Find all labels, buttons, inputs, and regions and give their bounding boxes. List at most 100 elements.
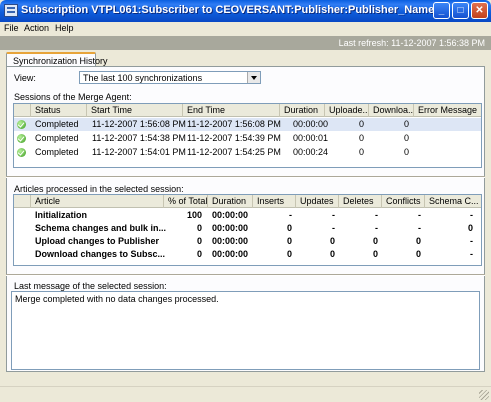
- article-pct: 0: [196, 223, 202, 233]
- article-inserts: 0: [286, 236, 292, 246]
- article-name: Upload changes to Publisher: [35, 236, 160, 246]
- article-row[interactable]: Download changes to Subsc... 0 00:00:00 …: [14, 248, 481, 261]
- minimize-button[interactable]: _: [433, 2, 450, 19]
- article-updates: 0: [329, 249, 335, 259]
- view-select[interactable]: The last 100 synchronizations: [79, 71, 261, 84]
- last-message-text: Merge completed with no data changes pro…: [15, 294, 219, 304]
- article-row[interactable]: Initialization 100 00:00:00 - - - - -: [14, 209, 481, 222]
- session-start: 11-12-2007 1:54:38 PM: [92, 133, 186, 143]
- status-bar: [0, 386, 491, 402]
- check-icon: [17, 148, 26, 157]
- app-icon: [4, 4, 18, 17]
- session-row[interactable]: Completed 11-12-2007 1:54:01 PM 11-12-20…: [14, 146, 481, 159]
- session-status: Completed: [35, 147, 79, 157]
- resize-grip-icon[interactable]: [479, 390, 489, 400]
- header-status[interactable]: Status: [31, 104, 87, 117]
- header-icon-col: [14, 195, 31, 208]
- refresh-bar: Last refresh: 11-12-2007 1:56:38 PM: [0, 36, 491, 50]
- session-status: Completed: [35, 119, 79, 129]
- article-inserts: -: [289, 210, 292, 220]
- header-article[interactable]: Article: [31, 195, 164, 208]
- header-inserts[interactable]: Inserts: [253, 195, 296, 208]
- session-duration: 00:00:01: [293, 133, 329, 143]
- article-conflicts: -: [418, 223, 421, 233]
- article-schema: -: [470, 236, 473, 246]
- sessions-label: Sessions of the Merge Agent:: [14, 92, 132, 102]
- session-end: 11-12-2007 1:56:08 PM: [187, 119, 281, 129]
- session-duration: 00:00:00: [293, 119, 329, 129]
- session-row[interactable]: Completed 11-12-2007 1:56:08 PM 11-12-20…: [14, 118, 481, 131]
- divider[interactable]: [6, 274, 485, 276]
- session-end: 11-12-2007 1:54:39 PM: [187, 133, 281, 143]
- sessions-header: Status Start Time End Time Duration Uplo…: [14, 104, 481, 117]
- article-row[interactable]: Schema changes and bulk in... 0 00:00:00…: [14, 222, 481, 235]
- menu-bar: File Action Help: [0, 22, 491, 35]
- articles-header: Article % of Total Duration Inserts Upda…: [14, 195, 481, 208]
- session-start: 11-12-2007 1:54:01 PM: [92, 147, 186, 157]
- header-duration[interactable]: Duration: [208, 195, 253, 208]
- article-pct: 0: [196, 249, 202, 259]
- article-row[interactable]: Upload changes to Publisher 0 00:00:00 0…: [14, 235, 481, 248]
- header-pct-total[interactable]: % of Total: [164, 195, 208, 208]
- divider[interactable]: [6, 176, 485, 178]
- last-message-box[interactable]: Merge completed with no data changes pro…: [11, 291, 480, 370]
- article-name: Schema changes and bulk in...: [35, 223, 167, 233]
- article-conflicts: 0: [415, 236, 421, 246]
- menu-help[interactable]: Help: [55, 23, 74, 33]
- article-conflicts: -: [418, 210, 421, 220]
- header-error-message[interactable]: Error Message: [414, 104, 481, 117]
- article-duration: 00:00:00: [212, 249, 249, 259]
- header-schema-changes[interactable]: Schema C...: [425, 195, 481, 208]
- article-updates: -: [332, 210, 335, 220]
- article-deletes: -: [375, 210, 378, 220]
- header-start-time[interactable]: Start Time: [87, 104, 183, 117]
- view-selected-value: The last 100 synchronizations: [83, 73, 203, 83]
- article-name: Download changes to Subsc...: [35, 249, 166, 259]
- header-conflicts[interactable]: Conflicts: [382, 195, 425, 208]
- article-inserts: 0: [286, 249, 292, 259]
- menu-action[interactable]: Action: [24, 23, 49, 33]
- articles-label: Articles processed in the selected sessi…: [14, 184, 184, 194]
- article-deletes: 0: [372, 236, 378, 246]
- header-deletes[interactable]: Deletes: [339, 195, 382, 208]
- header-end-time[interactable]: End Time: [183, 104, 280, 117]
- check-icon: [17, 134, 26, 143]
- header-duration[interactable]: Duration: [280, 104, 325, 117]
- session-downloaded: 0: [404, 133, 410, 143]
- article-name: Initialization: [35, 210, 88, 220]
- session-uploaded: 0: [359, 119, 365, 129]
- menu-file[interactable]: File: [4, 23, 19, 33]
- session-status: Completed: [35, 133, 79, 143]
- header-uploaded[interactable]: Uploade...: [325, 104, 369, 117]
- header-updates[interactable]: Updates: [296, 195, 339, 208]
- article-deletes: -: [375, 223, 378, 233]
- article-updates: -: [332, 223, 335, 233]
- article-duration: 00:00:00: [212, 223, 249, 233]
- article-deletes: 0: [372, 249, 378, 259]
- close-button[interactable]: ✕: [471, 2, 488, 19]
- header-downloaded[interactable]: Downloa...: [369, 104, 414, 117]
- tab-label: Synchronization History: [13, 56, 108, 66]
- window-title: Subscription VTPL061:Subscriber to CEOVE…: [21, 4, 435, 16]
- session-start: 11-12-2007 1:56:08 PM: [92, 119, 186, 129]
- tab-synchronization-history[interactable]: Synchronization History: [6, 52, 108, 67]
- sessions-table[interactable]: Status Start Time End Time Duration Uplo…: [13, 103, 482, 168]
- article-conflicts: 0: [415, 249, 421, 259]
- session-duration: 00:00:24: [293, 147, 329, 157]
- article-schema: -: [470, 249, 473, 259]
- article-schema: -: [470, 210, 473, 220]
- session-downloaded: 0: [404, 119, 410, 129]
- check-icon: [17, 120, 26, 129]
- view-label: View:: [14, 73, 36, 83]
- title-bar[interactable]: Subscription VTPL061:Subscriber to CEOVE…: [0, 0, 491, 22]
- article-pct: 0: [196, 236, 202, 246]
- last-refresh-text: Last refresh: 11-12-2007 1:56:38 PM: [338, 38, 485, 48]
- session-downloaded: 0: [404, 147, 410, 157]
- article-updates: 0: [329, 236, 335, 246]
- article-duration: 00:00:00: [212, 236, 249, 246]
- maximize-button[interactable]: □: [452, 2, 469, 19]
- session-row[interactable]: Completed 11-12-2007 1:54:38 PM 11-12-20…: [14, 132, 481, 145]
- chevron-down-icon[interactable]: [247, 72, 260, 83]
- articles-table[interactable]: Article % of Total Duration Inserts Upda…: [13, 194, 482, 266]
- header-icon-col: [14, 104, 31, 117]
